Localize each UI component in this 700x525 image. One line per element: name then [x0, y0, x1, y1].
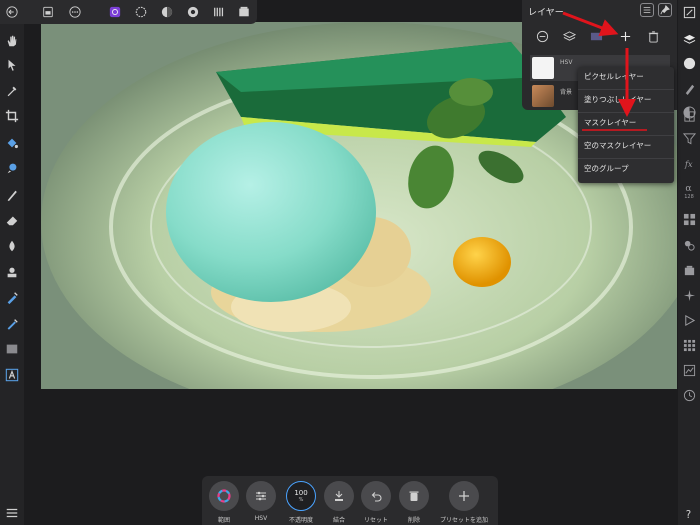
- menu-item-empty-mask-layer[interactable]: 空のマスクレイヤー: [584, 136, 670, 156]
- add-layer-plus-icon[interactable]: [615, 27, 635, 45]
- brush-tool-icon[interactable]: [4, 160, 20, 176]
- top-toolbar: [0, 0, 257, 24]
- add-layer-dropdown: ピクセルレイヤー 塗りつぶしレイヤー マスクレイヤー 空のマスクレイヤー 空のグ…: [578, 67, 674, 183]
- color-wheel-icon: [217, 489, 231, 503]
- plus-icon: [459, 491, 469, 501]
- fill-tool-icon[interactable]: [4, 135, 20, 151]
- snapping-icon[interactable]: [681, 287, 697, 303]
- menu-item-pixel-layer[interactable]: ピクセルレイヤー: [584, 67, 670, 87]
- layer-blend-icon[interactable]: [532, 27, 552, 45]
- opacity-unit: %: [298, 497, 304, 503]
- layer-name: 背景: [560, 89, 573, 96]
- clone-tool-icon[interactable]: [4, 264, 20, 280]
- sliders-icon: [256, 491, 266, 501]
- move-tool-icon[interactable]: [4, 57, 20, 73]
- delete-label: 削除: [407, 517, 420, 524]
- app-window: fx α 128 ? レイヤー HSV 背景 ピクセルレイヤー 塗りつぶしレイヤ…: [0, 0, 700, 525]
- range-button[interactable]: [209, 481, 239, 511]
- svg-text:fx: fx: [683, 159, 692, 169]
- merge-button[interactable]: [324, 481, 354, 511]
- tone-mapping-persona-icon[interactable]: [186, 5, 200, 19]
- more-icon[interactable]: [68, 5, 82, 19]
- layer-thumbnail-icon[interactable]: [586, 27, 606, 45]
- layers-panel-title: レイヤー: [528, 8, 564, 18]
- trash-icon: [409, 491, 419, 501]
- brushes-studio-icon[interactable]: [681, 80, 697, 96]
- svg-text:?: ?: [685, 510, 690, 520]
- undo-icon: [371, 492, 382, 502]
- opacity-value: 100: [294, 489, 308, 497]
- hsv-button[interactable]: [246, 481, 276, 511]
- history-brush-icon[interactable]: [681, 237, 697, 253]
- menu-item-mask-layer[interactable]: マスクレイヤー: [584, 113, 670, 133]
- hand-tool-icon[interactable]: [4, 33, 20, 49]
- transform-studio-icon[interactable]: [681, 108, 697, 124]
- assets-icon[interactable]: [681, 362, 697, 378]
- back-icon[interactable]: [5, 5, 19, 19]
- layer-name: HSV: [560, 59, 573, 66]
- export-icon[interactable]: [237, 5, 251, 19]
- menu-item-fill-layer[interactable]: 塗りつぶしレイヤー: [584, 90, 670, 110]
- rectangle-tool-icon[interactable]: [4, 341, 20, 357]
- navigator-icon[interactable]: [681, 4, 697, 20]
- info-128-label: 128: [684, 194, 694, 200]
- alpha-icon[interactable]: α: [681, 179, 697, 195]
- filter-icon[interactable]: [681, 130, 697, 146]
- opacity-button[interactable]: 100 %: [286, 481, 316, 511]
- color-swatches-icon[interactable]: [681, 211, 697, 227]
- document-icon[interactable]: [41, 5, 55, 19]
- export-persona-icon[interactable]: [212, 5, 226, 19]
- menu-item-empty-group[interactable]: 空のグループ: [584, 159, 670, 179]
- history-icon[interactable]: [681, 387, 697, 403]
- context-toolbar: 範囲 HSV 100 % 不透明度 結合 リセット 削除 プリセットを追加: [202, 476, 498, 525]
- delete-button[interactable]: [399, 481, 429, 511]
- layers-menu-icon[interactable]: [640, 3, 654, 17]
- text-tool-icon[interactable]: [4, 367, 20, 383]
- layer-thumbnail: [532, 85, 554, 107]
- pen-tool-icon[interactable]: [4, 316, 20, 332]
- left-toolbar: [0, 0, 24, 525]
- help-icon[interactable]: ?: [681, 505, 697, 521]
- layers-studio-icon[interactable]: [681, 31, 697, 47]
- crop-tool-icon[interactable]: [4, 108, 20, 124]
- play-macro-icon[interactable]: [681, 312, 697, 328]
- selection-brush-icon[interactable]: [4, 290, 20, 306]
- grid-icon[interactable]: [681, 337, 697, 353]
- merge-icon: [335, 491, 343, 501]
- eraser-tool-icon[interactable]: [4, 212, 20, 228]
- add-preset-button[interactable]: [449, 481, 479, 511]
- layer-stack-icon[interactable]: [559, 27, 579, 45]
- smudge-tool-icon[interactable]: [4, 238, 20, 254]
- photo-persona-icon[interactable]: [108, 5, 122, 19]
- liquify-persona-icon[interactable]: [134, 5, 148, 19]
- stock-icon[interactable]: [681, 262, 697, 278]
- layer-thumbnail: [532, 57, 554, 79]
- add-preset-label: プリセットを追加: [439, 517, 488, 524]
- paintbrush-tool-icon[interactable]: [4, 187, 20, 203]
- reset-button[interactable]: [361, 481, 391, 511]
- svg-text:α: α: [685, 183, 692, 194]
- color-studio-icon[interactable]: [681, 55, 697, 71]
- delete-layer-icon[interactable]: [643, 27, 663, 45]
- eyedropper-tool-icon[interactable]: [4, 83, 20, 99]
- right-toolbar: fx α 128 ?: [678, 0, 700, 525]
- fx-icon[interactable]: fx: [681, 155, 697, 171]
- develop-persona-icon[interactable]: [160, 5, 174, 19]
- pin-icon[interactable]: [658, 3, 672, 17]
- settings-sliders-icon[interactable]: [4, 505, 20, 521]
